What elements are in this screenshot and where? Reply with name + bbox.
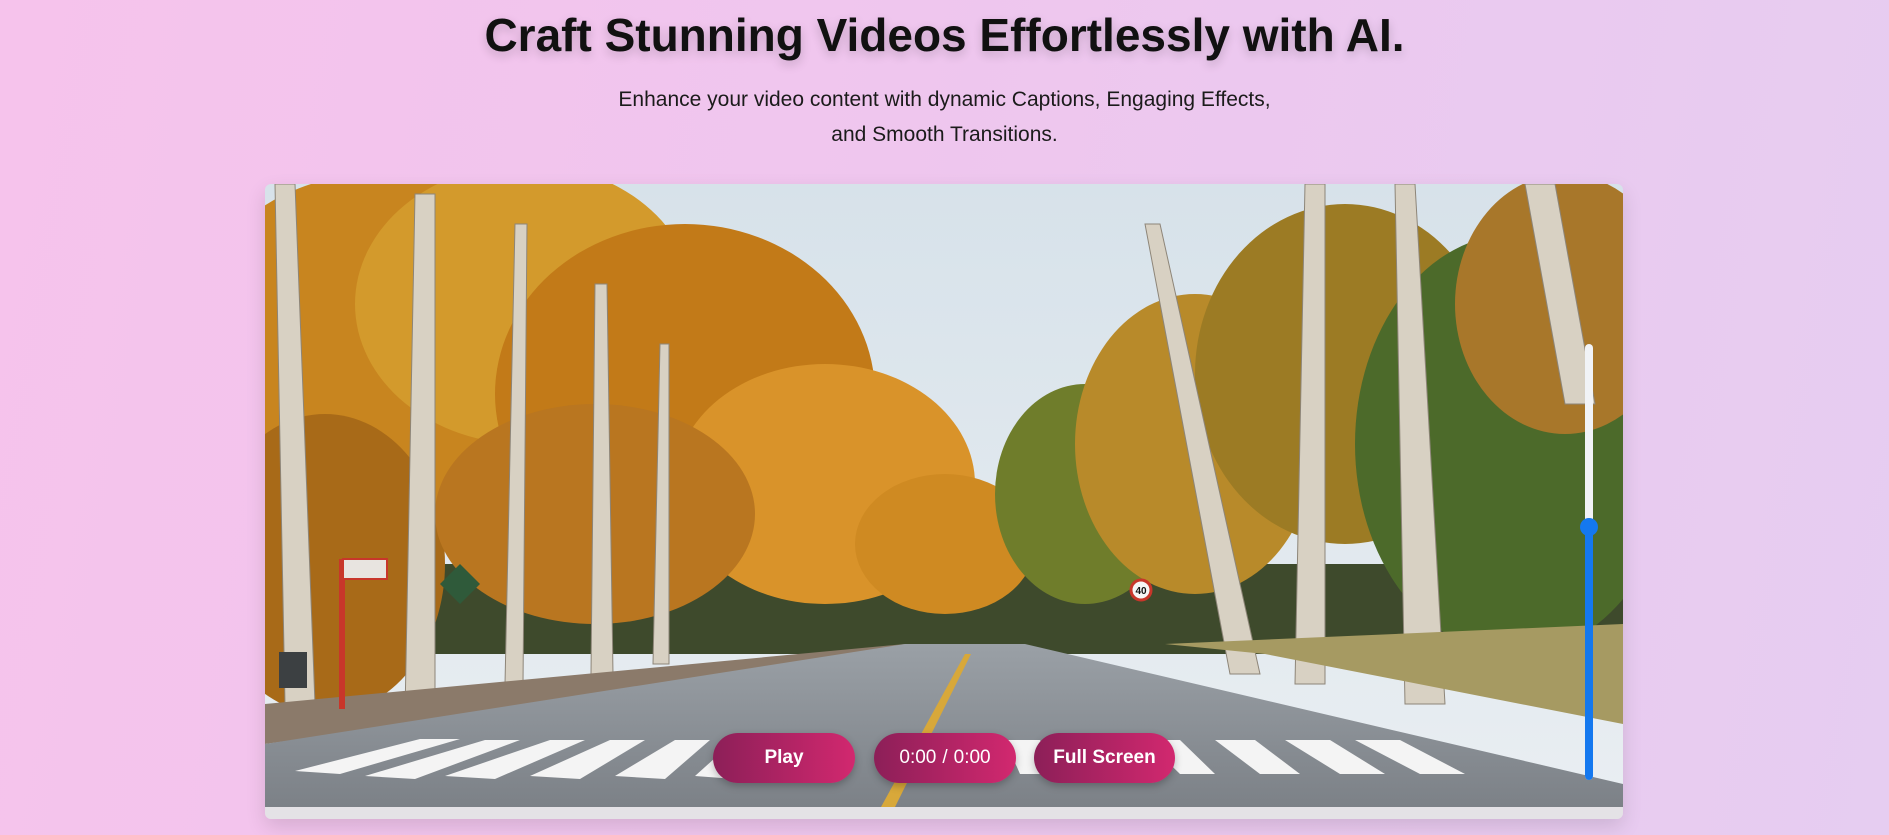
fullscreen-button[interactable]: Full Screen [1034, 733, 1175, 783]
speed-limit-sign-label: 40 [1135, 586, 1147, 597]
subtitle-line-2: and Smooth Transitions. [831, 123, 1058, 146]
volume-fill [1585, 527, 1593, 780]
player-controls: Play 0:00 / 0:00 Full Screen [265, 733, 1623, 783]
subtitle-line-1: Enhance your video content with dynamic … [618, 88, 1271, 111]
current-time: 0:00 [899, 747, 937, 768]
time-display: 0:00 / 0:00 [874, 733, 1016, 783]
play-button[interactable]: Play [713, 733, 855, 783]
page-title: Craft Stunning Videos Effortlessly with … [484, 9, 1405, 61]
duration: 0:00 [953, 747, 991, 768]
page-subtitle: Enhance your video content with dynamic … [0, 82, 1889, 152]
volume-slider[interactable] [1580, 344, 1598, 780]
player-bottom-bar [265, 807, 1623, 819]
volume-thumb[interactable] [1580, 518, 1598, 537]
video-frame[interactable]: 40 [265, 184, 1623, 807]
video-player[interactable]: 40 Play 0:00 / 0:00 Full Screen [265, 184, 1623, 819]
time-separator: / [942, 747, 948, 768]
